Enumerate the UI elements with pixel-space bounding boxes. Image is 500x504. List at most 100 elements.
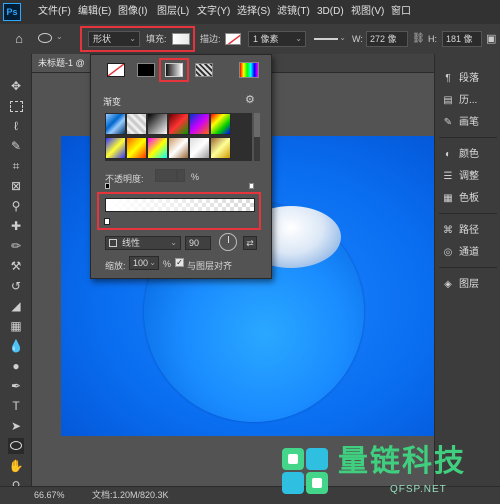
gradient-swatch[interactable] <box>168 113 189 135</box>
fill-label: 填充: <box>146 34 167 44</box>
panel-adjustments[interactable]: ☰ 调整 <box>441 166 479 188</box>
gradient-swatch[interactable] <box>147 113 168 135</box>
brush-tool-icon[interactable]: ✏ <box>8 238 24 254</box>
stroke-type-select[interactable]: ⌄ <box>312 31 348 47</box>
panel-color[interactable]: ◐ 颜色 <box>441 144 479 166</box>
color-stop-left[interactable] <box>104 218 110 225</box>
menu-type[interactable]: 文字(Y) <box>197 0 230 24</box>
stroke-width-value: 1 像素 <box>253 34 279 44</box>
channels-icon: ◎ <box>443 247 453 258</box>
document-tab[interactable]: 未标题-1 @ <box>32 54 98 72</box>
height-field[interactable]: 181 像 <box>442 31 482 47</box>
menu-select[interactable]: 选择(S) <box>237 0 270 24</box>
opacity-stop-right[interactable] <box>249 183 254 189</box>
gradient-swatch[interactable] <box>210 137 231 159</box>
ellipse-tool-icon[interactable] <box>8 438 24 454</box>
eraser-tool-icon[interactable]: ◢ <box>8 298 24 314</box>
menu-layer[interactable]: 图层(L) <box>157 0 189 24</box>
gradient-style-select[interactable]: 线性 ⌄ <box>105 236 181 250</box>
panel-paragraph[interactable]: ¶ 段落 <box>441 68 479 90</box>
link-icon[interactable]: ⛓ <box>412 33 425 45</box>
panel-label: 路径 <box>459 225 479 236</box>
gradient-tool-icon[interactable]: ▦ <box>8 318 24 334</box>
panel-brush[interactable]: ✎ 画笔 <box>441 112 479 134</box>
color-picker-icon[interactable] <box>239 62 259 78</box>
gradient-swatch[interactable] <box>210 113 231 135</box>
solid-fill-button[interactable] <box>137 63 155 77</box>
marquee-tool-icon[interactable] <box>8 98 24 114</box>
angle-dial[interactable] <box>219 233 237 251</box>
chevron-down-icon: ⌄ <box>339 33 346 42</box>
frame-tool-icon[interactable]: ⊠ <box>8 178 24 194</box>
path-select-tool-icon[interactable]: ➤ <box>8 418 24 434</box>
quick-select-tool-icon[interactable]: ✎ <box>8 138 24 154</box>
path-ops-icon[interactable]: ▣ <box>486 32 498 46</box>
presets-scrollbar[interactable] <box>254 113 260 161</box>
zoom-level[interactable]: 66.67% <box>34 487 65 504</box>
tools-panel: ✥ ℓ ✎ ⌗ ⊠ ⚲ ✚ ✏ ⚒ ↺ ◢ ▦ 💧 ● ✒ T ➤ ✋ ⚲ <box>0 54 32 493</box>
panel-divider <box>439 213 497 214</box>
document-tab-label: 未标题-1 @ <box>38 58 85 68</box>
gradient-swatch[interactable] <box>126 113 147 135</box>
reverse-gradient-icon[interactable]: ⇄ <box>243 236 257 250</box>
menu-window[interactable]: 窗口 <box>391 0 411 24</box>
opacity-field[interactable] <box>155 169 177 182</box>
no-fill-button[interactable] <box>107 63 125 77</box>
history-brush-tool-icon[interactable]: ↺ <box>8 278 24 294</box>
menu-3d[interactable]: 3D(D) <box>317 0 344 24</box>
gradient-swatch[interactable] <box>189 137 210 159</box>
gradient-swatch[interactable] <box>126 137 147 159</box>
menu-edit[interactable]: 编辑(E) <box>78 0 111 24</box>
panel-history[interactable]: ▤ 历... <box>441 90 477 112</box>
gear-icon[interactable]: ⚙ <box>245 93 255 106</box>
panel-layers[interactable]: ◈ 图层 <box>441 274 479 296</box>
fill-swatch[interactable] <box>172 33 190 45</box>
watermark-logo-icon <box>282 448 328 494</box>
dodge-tool-icon[interactable]: ● <box>8 358 24 374</box>
stroke-line-icon <box>314 38 338 40</box>
photoshop-logo-icon: Ps <box>3 3 21 21</box>
menu-image[interactable]: 图像(I) <box>118 0 147 24</box>
type-tool-icon[interactable]: T <box>8 398 24 414</box>
ellipse-tool-preset-icon[interactable] <box>38 33 52 43</box>
hand-tool-icon[interactable]: ✋ <box>8 458 24 474</box>
angle-field[interactable]: 90 <box>185 236 211 250</box>
panel-divider <box>439 267 497 268</box>
opacity-unit: % <box>191 172 200 182</box>
width-label: W: <box>352 34 363 44</box>
opacity-stop-left[interactable] <box>105 183 110 189</box>
menu-filter[interactable]: 滤镜(T) <box>277 0 310 24</box>
clone-stamp-tool-icon[interactable]: ⚒ <box>8 258 24 274</box>
gradient-swatch[interactable] <box>105 113 126 135</box>
opacity-label: 不透明度: <box>105 174 144 184</box>
blur-tool-icon[interactable]: 💧 <box>8 338 24 354</box>
gradient-swatch[interactable] <box>168 137 189 159</box>
pen-tool-icon[interactable]: ✒ <box>8 378 24 394</box>
panel-paths[interactable]: ⌘ 路径 <box>441 220 479 242</box>
panel-label: 图层 <box>459 279 479 290</box>
gradient-swatch[interactable] <box>189 113 210 135</box>
gradient-swatch[interactable] <box>105 137 126 159</box>
gradient-swatch[interactable] <box>147 137 168 159</box>
home-icon[interactable]: ⌂ <box>12 32 26 46</box>
shape-mode-select[interactable]: 形状 ⌄ <box>88 31 140 47</box>
eyedropper-tool-icon[interactable]: ⚲ <box>8 198 24 214</box>
panel-swatches[interactable]: ▦ 色板 <box>441 188 479 210</box>
menu-file[interactable]: 文件(F) <box>38 0 71 24</box>
move-tool-icon[interactable]: ✥ <box>8 78 24 94</box>
crop-tool-icon[interactable]: ⌗ <box>8 158 24 174</box>
healing-brush-tool-icon[interactable]: ✚ <box>8 218 24 234</box>
panel-channels[interactable]: ◎ 通道 <box>441 242 479 264</box>
width-field[interactable]: 272 像 <box>366 31 408 47</box>
lasso-tool-icon[interactable]: ℓ <box>8 118 24 134</box>
stroke-swatch[interactable] <box>225 33 241 45</box>
gradient-editor-bar[interactable] <box>105 198 255 212</box>
stroke-width-field[interactable]: 1 像素 ⌄ <box>248 31 306 47</box>
gradient-fill-button[interactable] <box>165 63 183 77</box>
opacity-dropdown[interactable] <box>177 169 185 182</box>
pattern-fill-button[interactable] <box>195 63 213 77</box>
align-with-layer-checkbox[interactable]: ✓ <box>175 258 184 267</box>
chevron-down-icon[interactable]: ⌄ <box>56 32 63 41</box>
scale-field[interactable]: 100 ⌄ <box>129 256 159 270</box>
menu-view[interactable]: 视图(V) <box>351 0 384 24</box>
